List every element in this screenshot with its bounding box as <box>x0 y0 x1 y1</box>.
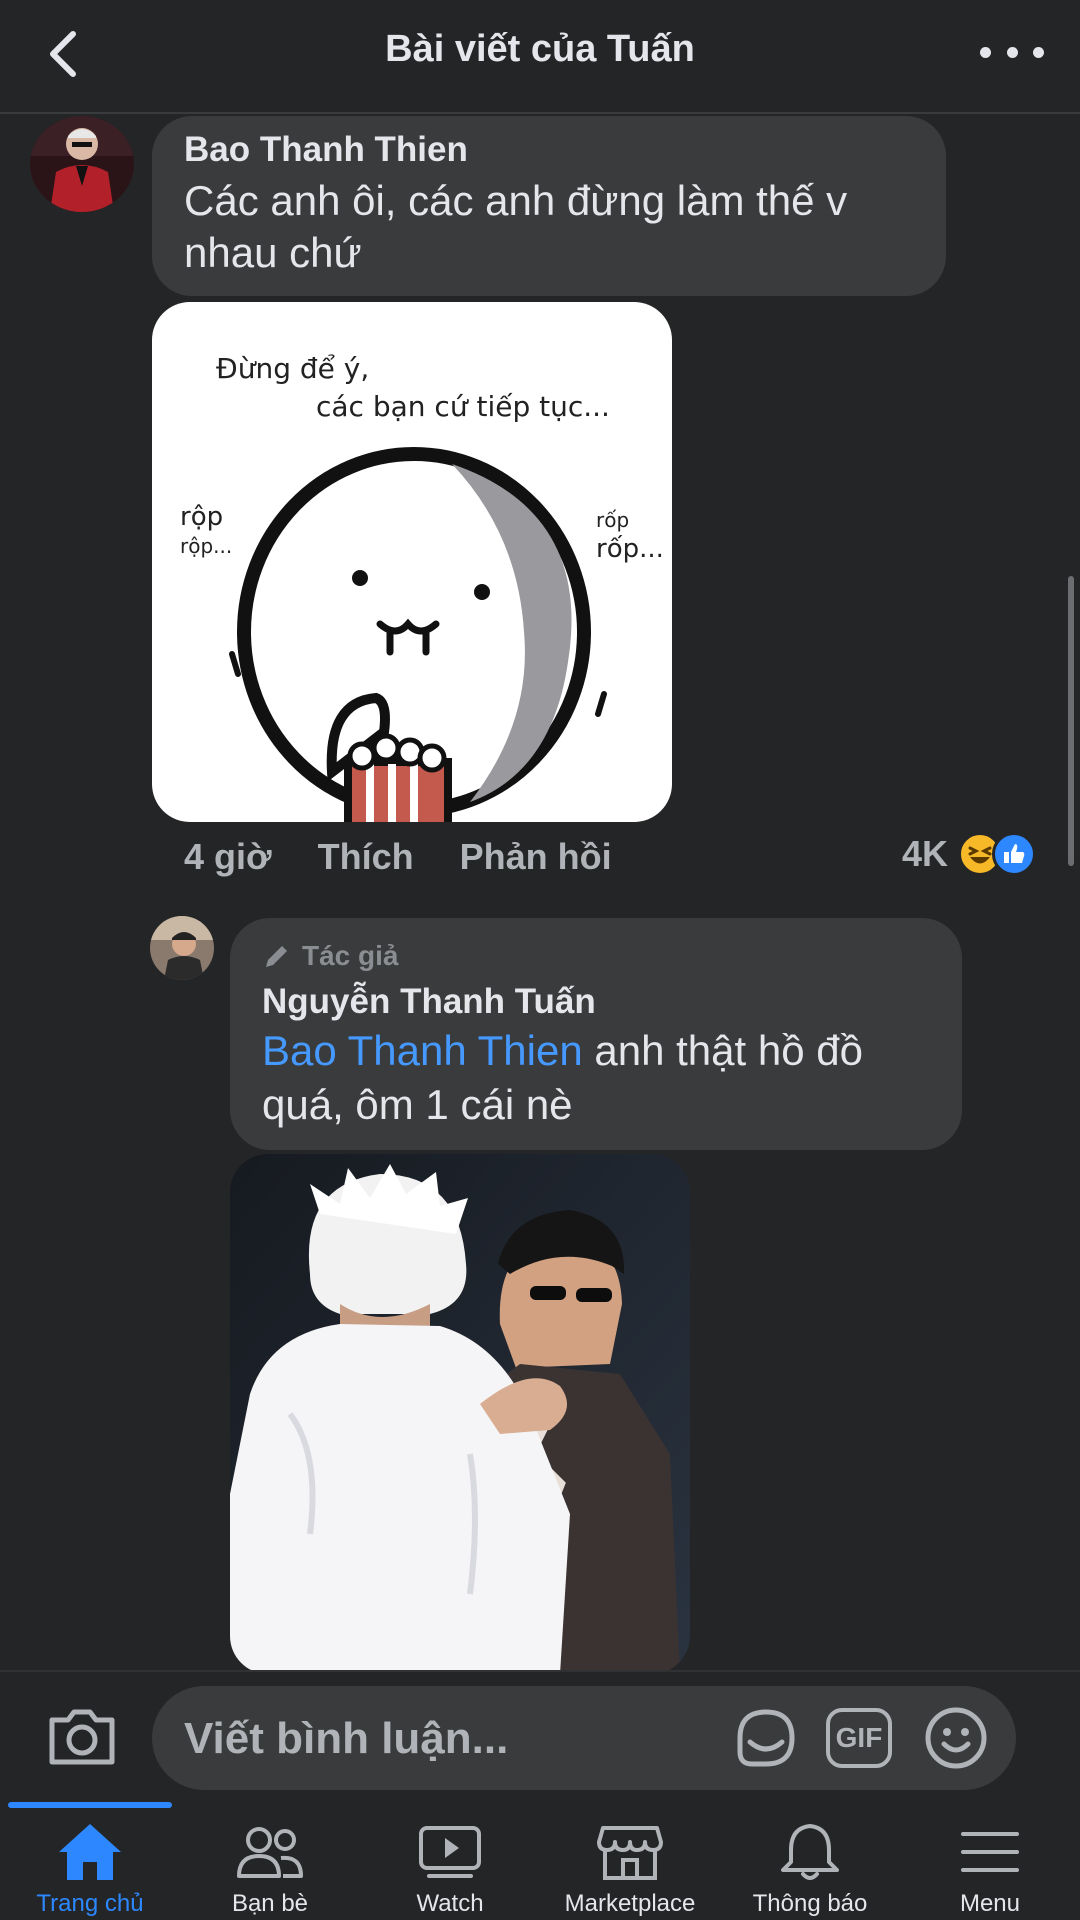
bell-icon <box>774 1820 846 1884</box>
reply-author[interactable]: Nguyễn Thanh Tuấn <box>262 982 596 1022</box>
hug-photo[interactable] <box>230 1154 690 1670</box>
menu-icon <box>954 1820 1026 1884</box>
nav-menu[interactable]: Menu <box>900 1802 1080 1920</box>
comment-input[interactable]: Viết bình luận... GIF <box>152 1686 1016 1790</box>
sticker-button[interactable] <box>732 1704 800 1772</box>
author-badge: Tác giả <box>262 940 398 972</box>
popcorn-sticker[interactable]: Đừng để ý, các bạn cứ tiếp tục... rộp rộ… <box>152 302 672 822</box>
nav-marketplace[interactable]: Marketplace <box>540 1802 720 1920</box>
dot-icon <box>980 46 991 58</box>
smiley-icon <box>925 1707 987 1769</box>
home-icon <box>54 1820 126 1884</box>
comment-text: Các anh ôi, các anh đừng làm thế v <box>184 177 848 224</box>
comment-input-placeholder: Viết bình luận... <box>184 1714 509 1763</box>
popcorn-character-icon <box>229 447 607 822</box>
mention-link[interactable]: Bao Thanh Thien <box>262 1027 583 1074</box>
author-badge-label: Tác giả <box>302 940 399 971</box>
comment-actions: 4 giờ Thích Phản hồi <box>184 836 658 878</box>
page-title: Bài viết của Tuấn <box>385 28 695 70</box>
dot-icon <box>1006 46 1018 58</box>
comments-list[interactable]: Bao Thanh Thien Các anh ôi, các anh đừng… <box>0 116 1080 1670</box>
reaction-count: 4K <box>902 833 949 874</box>
reply-text-line1: Bao Thanh Thien anh thật hồ đồ <box>262 1024 863 1078</box>
like-button[interactable]: Thích <box>318 836 414 878</box>
nav-label: Thông báo <box>752 1890 868 1917</box>
reply-button[interactable]: Phản hồi <box>460 836 612 878</box>
more-options-button[interactable] <box>980 30 1044 74</box>
avatar-bao-thanh-thien[interactable] <box>30 116 134 212</box>
nav-friends[interactable]: Bạn bè <box>180 1802 360 1920</box>
dot-icon <box>1033 46 1044 58</box>
nav-watch[interactable]: Watch <box>360 1802 540 1920</box>
active-indicator <box>8 1802 172 1808</box>
comment-text: nhau chứ <box>184 229 362 276</box>
camera-button[interactable] <box>46 1706 118 1768</box>
watch-icon <box>414 1820 486 1884</box>
reply-bubble[interactable]: Tác giả Nguyễn Thanh Tuấn Bao Thanh Thie… <box>230 918 962 1150</box>
like-icon <box>992 832 1037 876</box>
reaction-summary[interactable]: 4K <box>902 832 1037 876</box>
comment-composer: Viết bình luận... GIF <box>0 1670 1080 1802</box>
scrollbar[interactable] <box>1068 576 1074 866</box>
comment-bubble[interactable]: Bao Thanh Thien Các anh ôi, các anh đừng… <box>152 116 946 296</box>
gif-button[interactable]: GIF <box>826 1708 892 1768</box>
comment-time: 4 giờ <box>184 836 272 877</box>
top-bar: Bài viết của Tuấn <box>0 0 1080 114</box>
comment-author[interactable]: Bao Thanh Thien <box>184 130 468 170</box>
reply-text: anh thật hồ đồ <box>582 1027 863 1074</box>
marketplace-icon <box>594 1820 666 1884</box>
sticker-icon <box>737 1709 795 1767</box>
reply-text-line2: quá, ôm 1 cái nè <box>262 1081 573 1128</box>
nav-label: Marketplace <box>564 1890 696 1917</box>
pencil-icon <box>266 946 287 967</box>
nav-label: Menu <box>959 1890 1021 1917</box>
camera-icon <box>49 1709 115 1765</box>
emoji-button[interactable] <box>924 1706 988 1770</box>
nav-home[interactable]: Trang chủ <box>0 1802 180 1920</box>
nav-label: Trang chủ <box>36 1890 144 1917</box>
bottom-navigation: Trang chủ Bạn bè Watch Marketplace Thông… <box>0 1802 1080 1920</box>
nav-label: Bạn bè <box>231 1890 309 1917</box>
avatar-nguyen-thanh-tuan[interactable] <box>150 916 214 980</box>
nav-notifications[interactable]: Thông báo <box>720 1802 900 1920</box>
nav-label: Watch <box>416 1890 484 1917</box>
friends-icon <box>234 1820 306 1884</box>
